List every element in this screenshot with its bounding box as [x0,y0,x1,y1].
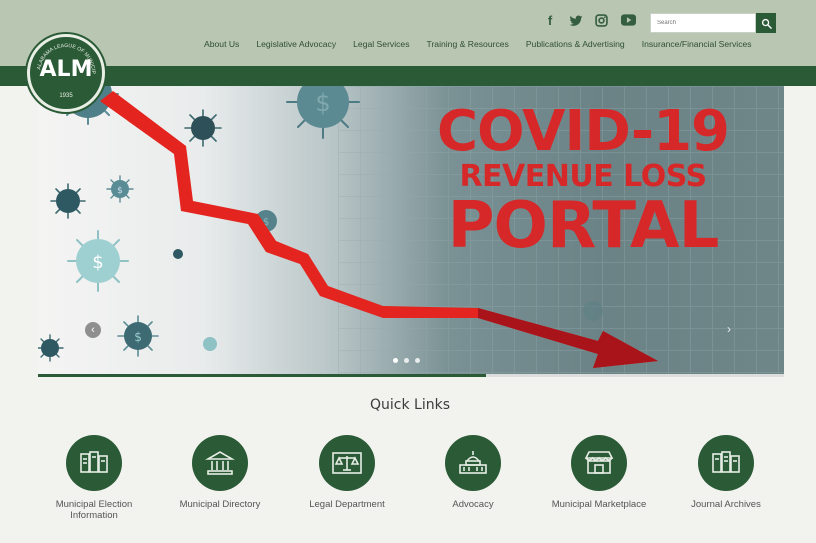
youtube-icon[interactable] [621,14,636,28]
carousel-prev-button[interactable]: ‹ [85,322,101,338]
quick-link-label: Legal Department [309,499,385,510]
virus-icon [173,249,183,259]
search-button[interactable] [756,13,776,33]
virus-icon: $ [67,230,129,292]
hero-line-portal: PORTAL [447,189,720,263]
carousel-dot-1[interactable] [393,358,398,363]
nav-publications-advertising[interactable]: Publications & Advertising [526,39,625,49]
carousel-dot-2[interactable] [404,358,409,363]
election-icon [80,451,108,473]
scales-icon [332,452,362,474]
hero-line-revenue-loss: REVENUE LOSS [459,159,707,194]
building-columns-icon [205,451,235,475]
search-box [650,13,776,33]
virus-icon [184,109,222,147]
journal-icon [712,451,740,473]
hero-line-covid: COVID-19 [436,99,730,164]
virus-icon [583,301,603,321]
carousel-next-button[interactable]: › [722,322,736,336]
virus-icon [50,183,86,219]
quick-link-marketplace[interactable]: Municipal Marketplace [549,435,649,510]
carousel-progress-fill [38,374,486,377]
twitter-icon[interactable] [569,14,583,28]
quick-link-election[interactable]: Municipal Election Information [44,435,144,521]
instagram-icon[interactable] [595,14,609,28]
marketplace-icon [584,451,614,474]
nav-legislative-advocacy[interactable]: Legislative Advocacy [256,39,336,49]
virus-icon [38,334,64,362]
logo-year: 1935 [59,93,73,99]
facebook-icon[interactable]: f [543,14,557,28]
quick-link-circle [445,435,501,491]
nav-training-resources[interactable]: Training & Resources [427,39,509,49]
svg-text:$: $ [315,89,330,117]
capitol-icon [459,451,487,474]
quick-link-label: Advocacy [452,499,494,510]
header-green-bar [0,66,816,86]
virus-icon: $ [286,86,360,139]
virus-icon [203,337,217,351]
quick-link-advocacy[interactable]: Advocacy [423,435,523,510]
carousel-dot-3[interactable] [415,358,420,363]
quick-link-directory[interactable]: Municipal Directory [170,435,270,510]
quick-link-circle [571,435,627,491]
quick-link-label: Municipal Election Information [55,499,133,521]
logo-abbr: ALM [39,57,93,82]
hero-headline: COVID-19 REVENUE LOSS PORTAL [418,99,748,263]
quick-link-legal[interactable]: Legal Department [297,435,397,510]
virus-icon: $ [106,175,134,203]
nav-legal-services[interactable]: Legal Services [353,39,409,49]
quick-link-journal[interactable]: Journal Archives [676,435,776,510]
quick-link-label: Municipal Directory [179,499,261,510]
carousel-dots [393,358,420,363]
quick-link-circle [319,435,375,491]
main-nav: About Us Legislative Advocacy Legal Serv… [204,39,752,49]
svg-text:$: $ [92,252,103,273]
quick-link-circle [698,435,754,491]
svg-text:$: $ [117,186,123,196]
nav-about-us[interactable]: About Us [204,39,239,49]
quick-link-circle [66,435,122,491]
hero-slide[interactable]: $ $ $ $ $ COVID-19 REVENUE LOSS PORTAL [38,86,784,374]
quick-links-title: Quick Links [369,397,450,413]
quick-link-label: Municipal Marketplace [551,499,647,510]
search-input[interactable] [650,13,756,33]
nav-insurance-financial[interactable]: Insurance/Financial Services [642,39,752,49]
quick-link-circle [192,435,248,491]
alm-logo[interactable]: ALABAMA LEAGUE OF MUNICIPALITIES ALM 193… [27,34,105,112]
header-band [0,0,816,66]
svg-text:$: $ [134,330,142,344]
quick-link-label: Journal Archives [691,499,761,510]
social-links: f [543,14,636,28]
virus-icon: $ [117,315,159,357]
carousel-progress-bar [38,374,784,377]
search-icon [761,18,772,29]
